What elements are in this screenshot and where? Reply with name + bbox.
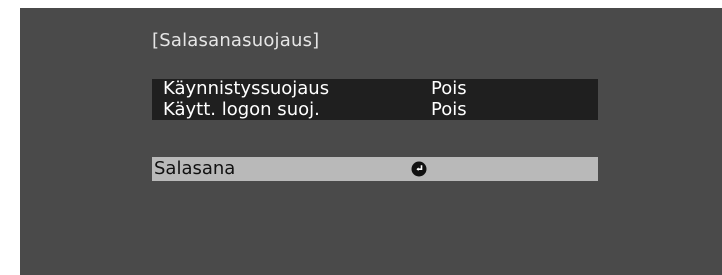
projector-menu-screen: [Salasanasuojaus] Käynnistyssuojaus Pois… [20,8,722,275]
menu-item-startup-lock[interactable]: Käynnistyssuojaus Pois [152,78,598,100]
menu-item-value: Pois [431,99,467,120]
menu-item-value: Pois [431,78,467,99]
menu-item-label: Käytt. logon suoj. [163,99,320,120]
menu-item-password[interactable]: Salasana [152,157,598,181]
menu-item-label: Salasana [154,158,236,179]
menu-title: [Salasanasuojaus] [152,30,320,51]
enter-icon [411,161,427,177]
menu-item-user-logo-lock[interactable]: Käytt. logon suoj. Pois [152,99,598,120]
menu-item-label: Käynnistyssuojaus [163,78,330,99]
